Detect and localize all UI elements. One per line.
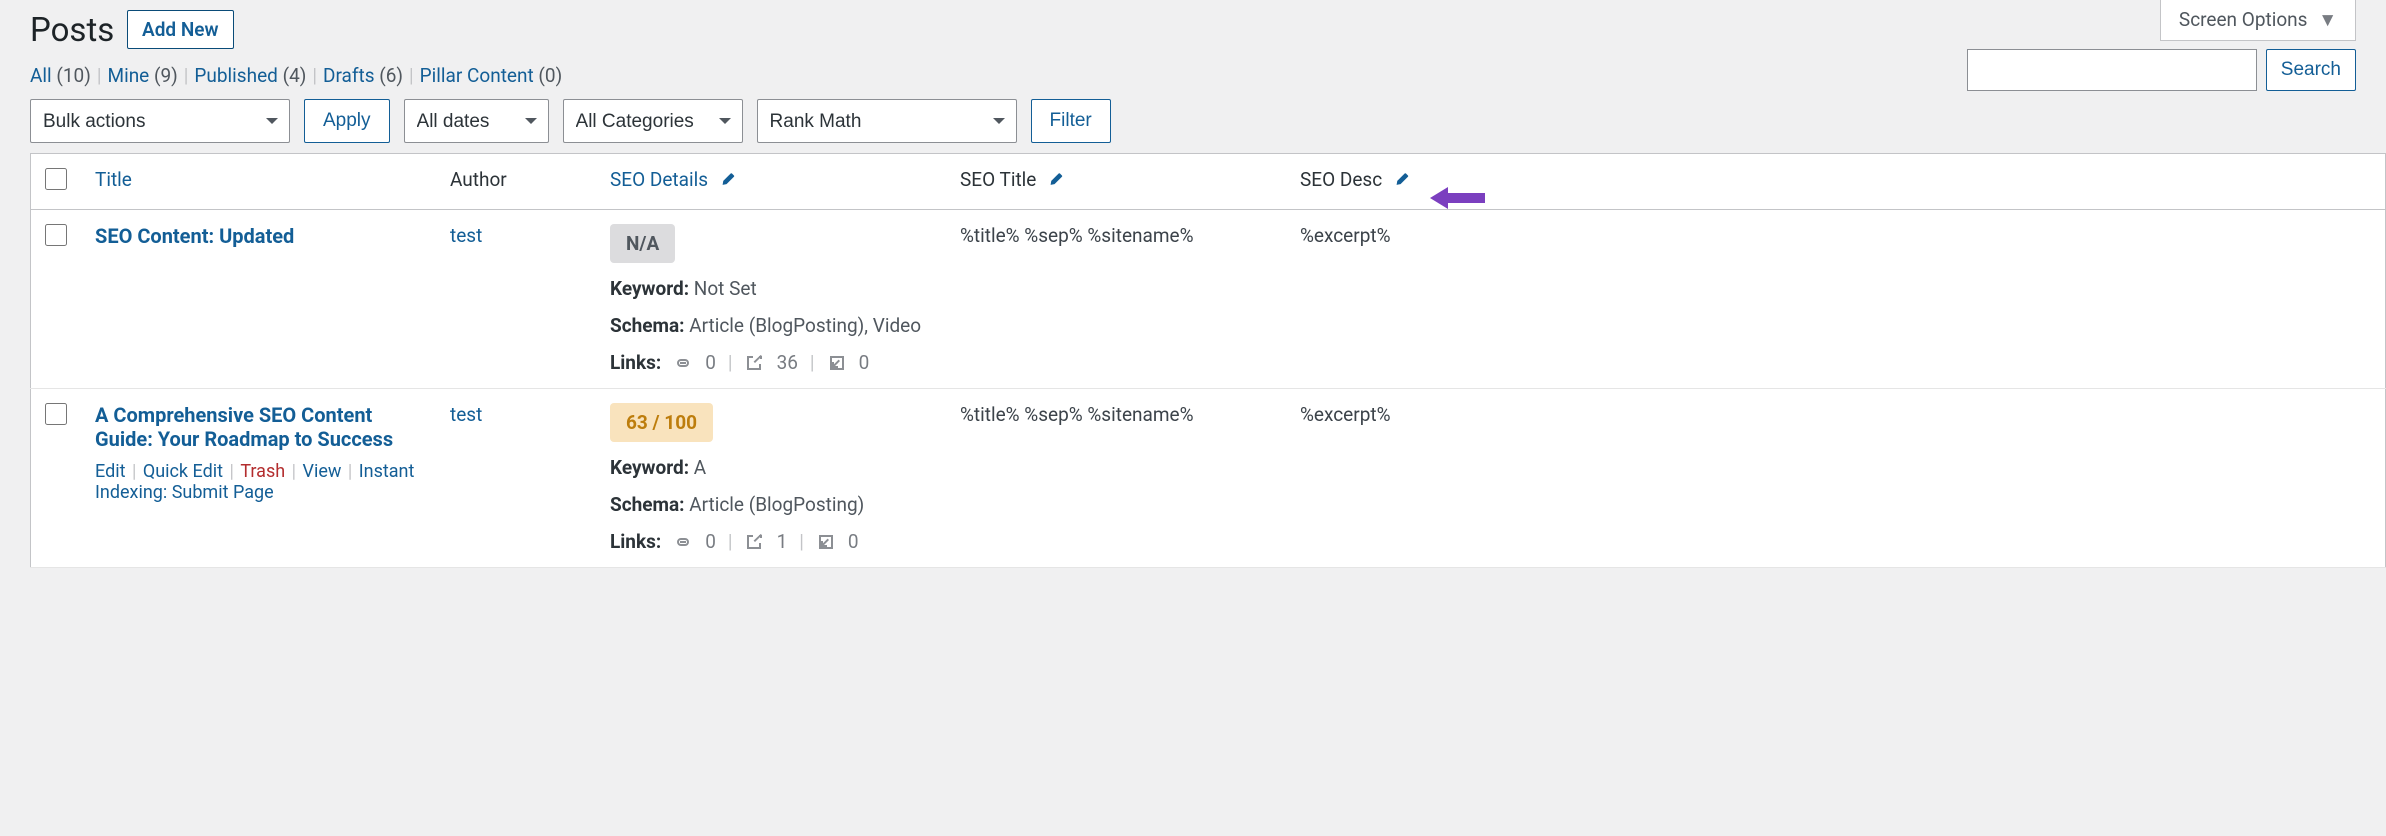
row-title-link[interactable]: A Comprehensive SEO Content Guide: Your …	[95, 403, 393, 451]
incoming-link-icon	[816, 532, 836, 552]
table-row: SEO Content: Updated test N/A Keyword: Not …	[31, 210, 2386, 389]
keyword-label: Keyword:	[610, 277, 689, 300]
column-seo-desc: SEO Desc	[1300, 168, 1411, 191]
view-link[interactable]: View	[302, 461, 341, 482]
add-new-button[interactable]: Add New	[127, 10, 234, 49]
schema-value: Article (BlogPosting), Video	[689, 314, 921, 337]
column-title[interactable]: Title	[95, 168, 132, 191]
view-filter-count: (6)	[379, 64, 403, 87]
link-icon	[673, 353, 693, 373]
links-internal: 0	[705, 351, 716, 374]
seo-score-badge: N/A	[610, 224, 675, 263]
seo-desc-value: %excerpt%	[1300, 403, 1391, 426]
incoming-link-icon	[827, 353, 847, 373]
filter-button[interactable]: Filter	[1031, 99, 1111, 143]
edit-link[interactable]: Edit	[95, 461, 125, 482]
search-button[interactable]: Search	[2266, 49, 2356, 91]
seo-title-value: %title% %sep% %sitename%	[960, 403, 1194, 426]
table-row: A Comprehensive SEO Content Guide: Your …	[31, 389, 2386, 568]
rankmath-select[interactable]: Rank Math	[757, 99, 1017, 143]
pencil-icon[interactable]	[1393, 170, 1411, 188]
seo-title-value: %title% %sep% %sitename%	[960, 224, 1194, 247]
keyword-value: Not Set	[694, 277, 757, 300]
keyword-value: A	[694, 456, 706, 479]
view-filter-count: (10)	[56, 64, 90, 87]
screen-options-toggle[interactable]: Screen Options ▼	[2160, 0, 2356, 41]
schema-value: Article (BlogPosting)	[689, 493, 864, 516]
row-actions: Edit | Quick Edit | Trash | View | Insta…	[95, 461, 422, 503]
keyword-label: Keyword:	[610, 456, 689, 479]
links-external: 36	[777, 351, 798, 374]
view-filter-count: (9)	[154, 64, 178, 87]
links-internal: 0	[705, 530, 716, 553]
column-seo-details[interactable]: SEO Details	[610, 168, 737, 191]
view-filter-count: (0)	[538, 64, 562, 87]
links-external: 1	[777, 530, 788, 553]
schema-label: Schema:	[610, 493, 684, 516]
links-label: Links:	[610, 351, 661, 374]
dates-select[interactable]: All dates	[404, 99, 549, 143]
categories-select[interactable]: All Categories	[563, 99, 743, 143]
column-seo-title: SEO Title	[960, 168, 1065, 191]
schema-label: Schema:	[610, 314, 684, 337]
view-filter-all[interactable]: All (10)	[30, 64, 91, 87]
links-incoming: 0	[848, 530, 859, 553]
view-filter-published[interactable]: Published (4)	[194, 64, 306, 87]
links-label: Links:	[610, 530, 661, 553]
pencil-icon[interactable]	[1047, 170, 1065, 188]
author-link[interactable]: test	[450, 403, 482, 426]
author-link[interactable]: test	[450, 224, 482, 247]
row-checkbox[interactable]	[45, 403, 67, 425]
view-filter-count: (4)	[283, 64, 307, 87]
search-input[interactable]	[1967, 49, 2257, 91]
link-icon	[673, 532, 693, 552]
column-author: Author	[450, 168, 507, 191]
view-filter-drafts[interactable]: Drafts (6)	[323, 64, 403, 87]
view-filter-mine[interactable]: Mine (9)	[107, 64, 177, 87]
apply-button[interactable]: Apply	[304, 99, 390, 143]
bulk-actions-select[interactable]: Bulk actions	[30, 99, 290, 143]
seo-score-badge: 63 / 100	[610, 403, 713, 442]
external-link-icon	[745, 532, 765, 552]
page-title: Posts	[30, 11, 114, 50]
row-title-link[interactable]: SEO Content: Updated	[95, 224, 294, 248]
pencil-icon	[719, 170, 737, 188]
select-all-checkbox[interactable]	[45, 168, 67, 190]
row-checkbox[interactable]	[45, 224, 67, 246]
view-filter-pillar-content[interactable]: Pillar Content (0)	[420, 64, 563, 87]
quick-edit-link[interactable]: Quick Edit	[143, 461, 223, 482]
chevron-down-icon: ▼	[2318, 8, 2337, 31]
screen-options-label: Screen Options	[2179, 8, 2308, 31]
trash-link[interactable]: Trash	[240, 461, 285, 482]
arrow-left-icon	[1430, 185, 1485, 211]
links-incoming: 0	[859, 351, 870, 374]
external-link-icon	[745, 353, 765, 373]
seo-desc-value: %excerpt%	[1300, 224, 1391, 247]
